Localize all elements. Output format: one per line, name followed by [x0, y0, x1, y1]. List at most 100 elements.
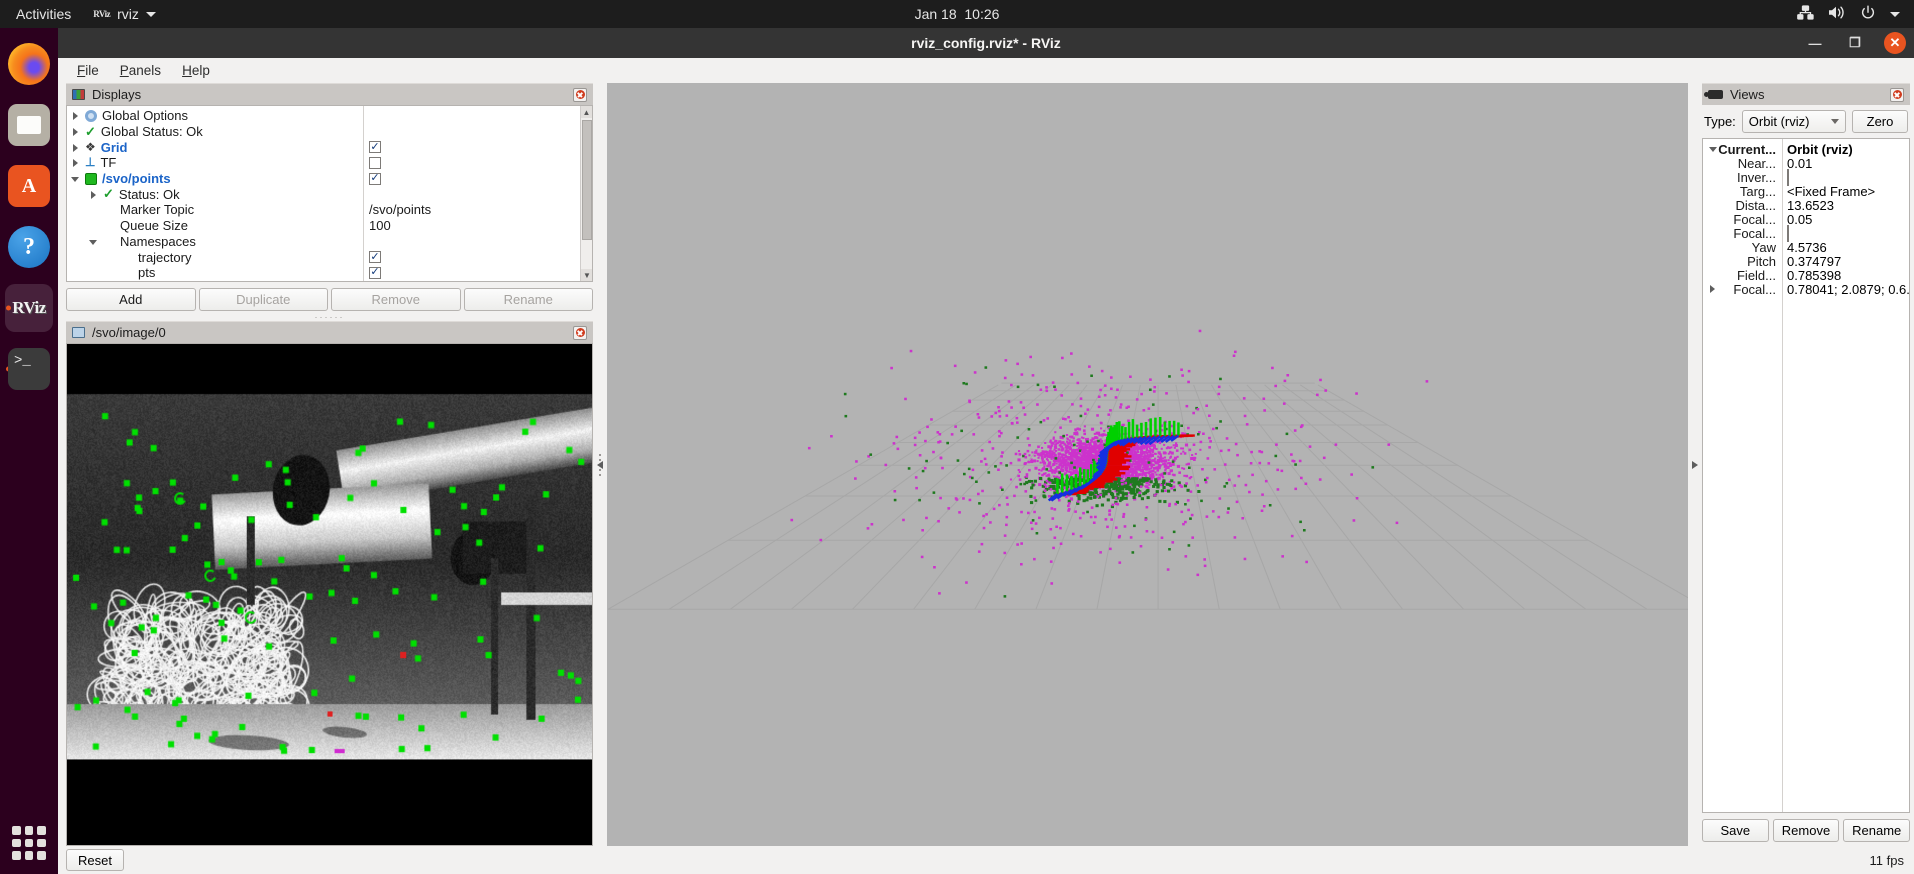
- dock-item-rviz[interactable]: RViz: [5, 284, 53, 332]
- menu-bar: FFileile Panels Help: [58, 58, 1914, 83]
- visibility-checkbox[interactable]: [369, 141, 381, 154]
- tree-expand-arrow[interactable]: [71, 111, 80, 121]
- activities-button[interactable]: Activities: [0, 6, 83, 22]
- visibility-checkbox[interactable]: [369, 172, 381, 185]
- view-type-select[interactable]: Orbit (rviz): [1741, 110, 1846, 133]
- property-value[interactable]: 0.78041; 2.0879; 0.6...: [1787, 282, 1909, 297]
- displays-tree-row[interactable]: trajectory: [67, 249, 592, 265]
- displays-tree-row[interactable]: ✓ Status: Ok: [67, 186, 592, 202]
- visibility-checkbox[interactable]: [369, 266, 381, 279]
- displays-tree-row[interactable]: ✓ Global Status: Ok: [67, 124, 592, 140]
- displays-tree-row[interactable]: ❖ Grid: [67, 139, 592, 155]
- camera-image-view[interactable]: [66, 343, 593, 846]
- scrollbar-thumb[interactable]: [582, 120, 592, 240]
- visibility-checkbox[interactable]: [369, 156, 381, 169]
- close-icon[interactable]: [1890, 87, 1904, 102]
- dock-item-help[interactable]: ?: [5, 223, 53, 271]
- tree-expand-arrow[interactable]: [71, 158, 80, 168]
- tree-item-label: TF: [100, 155, 117, 171]
- displays-tree-row[interactable]: Marker Topic/svo/points: [67, 202, 592, 218]
- view-property-row[interactable]: Current... Orbit (rviz): [1703, 142, 1909, 157]
- reset-button[interactable]: Reset: [66, 849, 124, 871]
- rename-view-button[interactable]: Rename: [1843, 819, 1911, 842]
- remove-view-button[interactable]: Remove: [1772, 819, 1840, 842]
- visibility-checkbox[interactable]: [369, 251, 381, 264]
- tree-expand-arrow[interactable]: [71, 127, 80, 137]
- dock-item-firefox[interactable]: [5, 40, 53, 88]
- close-icon[interactable]: [573, 325, 587, 340]
- displays-tree[interactable]: Global Options✓Global Status: Ok❖Grid⊥TF…: [66, 105, 593, 282]
- view-property-row[interactable]: Focal... 0.05: [1703, 212, 1909, 227]
- left-splitter[interactable]: [593, 83, 607, 846]
- dock-item-software[interactable]: A: [5, 162, 53, 210]
- app-menu-button[interactable]: RViz rviz: [83, 6, 166, 22]
- 3d-viewport[interactable]: [607, 83, 1688, 846]
- property-checkbox[interactable]: [1787, 224, 1789, 242]
- property-value[interactable]: 0.05: [1787, 212, 1812, 227]
- tree-expand-arrow[interactable]: [1709, 285, 1717, 293]
- view-property-row[interactable]: Dista... 13.6523: [1703, 198, 1909, 213]
- displays-tree-row[interactable]: ⊥ TF: [67, 155, 592, 171]
- view-property-row[interactable]: Focal... 0.78041; 2.0879; 0.6...: [1703, 282, 1909, 297]
- volume-icon[interactable]: [1828, 5, 1846, 23]
- view-property-row[interactable]: Near... 0.01: [1703, 156, 1909, 171]
- property-value[interactable]: 0.374797: [1787, 254, 1841, 269]
- property-value[interactable]: 13.6523: [1787, 198, 1834, 213]
- menu-panels[interactable]: Panels: [111, 60, 170, 81]
- view-property-row[interactable]: Yaw 4.5736: [1703, 240, 1909, 255]
- displays-tree-row[interactable]: Queue Size 100: [67, 218, 592, 234]
- save-button[interactable]: Save: [1702, 819, 1769, 842]
- horizontal-splitter[interactable]: ······: [66, 313, 593, 322]
- view-property-row[interactable]: Targ... <Fixed Frame>: [1703, 184, 1909, 199]
- zero-button[interactable]: Zero: [1852, 110, 1908, 133]
- views-property-tree[interactable]: Current... Orbit (rviz) Near... 0.01 Inver..…: [1702, 138, 1910, 813]
- collapse-right-icon[interactable]: [1692, 460, 1698, 469]
- rename-button[interactable]: Rename: [463, 288, 593, 311]
- network-icon[interactable]: [1797, 5, 1814, 23]
- view-property-row[interactable]: Field... 0.785398: [1703, 268, 1909, 283]
- duplicate-button[interactable]: Duplicate: [198, 288, 328, 311]
- tree-expand-arrow[interactable]: [89, 190, 98, 199]
- chevron-down-icon[interactable]: [1890, 11, 1900, 17]
- tree-expand-arrow[interactable]: [71, 143, 80, 152]
- collapse-left-icon[interactable]: [597, 460, 603, 469]
- tree-expand-arrow[interactable]: [89, 237, 98, 246]
- point-cloud-scene: [607, 329, 1688, 610]
- property-value[interactable]: <Fixed Frame>: [1787, 184, 1875, 199]
- dock-item-terminal[interactable]: >_: [5, 345, 53, 393]
- maximize-button[interactable]: ❐: [1844, 32, 1866, 54]
- displays-tree-row[interactable]: Namespaces: [67, 234, 592, 250]
- property-value[interactable]: /svo/points: [369, 202, 431, 217]
- property-value[interactable]: Orbit (rviz): [1787, 142, 1853, 157]
- view-property-row[interactable]: Focal...: [1703, 224, 1909, 242]
- minimize-button[interactable]: —: [1804, 32, 1826, 54]
- property-value[interactable]: 4.5736: [1787, 240, 1827, 255]
- power-icon[interactable]: [1860, 5, 1876, 24]
- right-splitter[interactable]: [1688, 83, 1702, 846]
- view-type-label: Type:: [1704, 114, 1736, 129]
- displays-tree-row[interactable]: Global Options: [67, 108, 592, 124]
- system-tray[interactable]: [1797, 5, 1900, 24]
- add-button[interactable]: Add: [66, 288, 196, 311]
- menu-help[interactable]: Help: [173, 60, 219, 81]
- property-value[interactable]: 0.785398: [1787, 268, 1841, 283]
- close-icon[interactable]: [573, 87, 587, 102]
- displays-tree-row[interactable]: pts: [67, 265, 592, 281]
- tree-expand-arrow[interactable]: [71, 174, 80, 183]
- close-button[interactable]: ✕: [1884, 32, 1906, 54]
- show-applications-button[interactable]: [12, 826, 46, 860]
- displays-scrollbar[interactable]: ▲ ▼: [580, 106, 592, 281]
- menu-file[interactable]: FFileile: [68, 60, 108, 81]
- property-value[interactable]: 100: [369, 218, 391, 233]
- view-property-row[interactable]: Inver...: [1703, 168, 1909, 186]
- property-checkbox[interactable]: [1787, 168, 1789, 186]
- tree-expand-arrow[interactable]: [1709, 145, 1717, 153]
- remove-button[interactable]: Remove: [331, 288, 461, 311]
- scroll-up-icon[interactable]: ▲: [581, 106, 592, 118]
- displays-tree-row[interactable]: /svo/points: [67, 171, 592, 187]
- scroll-down-icon[interactable]: ▼: [581, 269, 592, 281]
- view-property-row[interactable]: Pitch 0.374797: [1703, 254, 1909, 269]
- property-value[interactable]: 0.01: [1787, 156, 1812, 171]
- clock[interactable]: Jan 18 10:26: [915, 6, 1000, 22]
- dock-item-files[interactable]: [5, 101, 53, 149]
